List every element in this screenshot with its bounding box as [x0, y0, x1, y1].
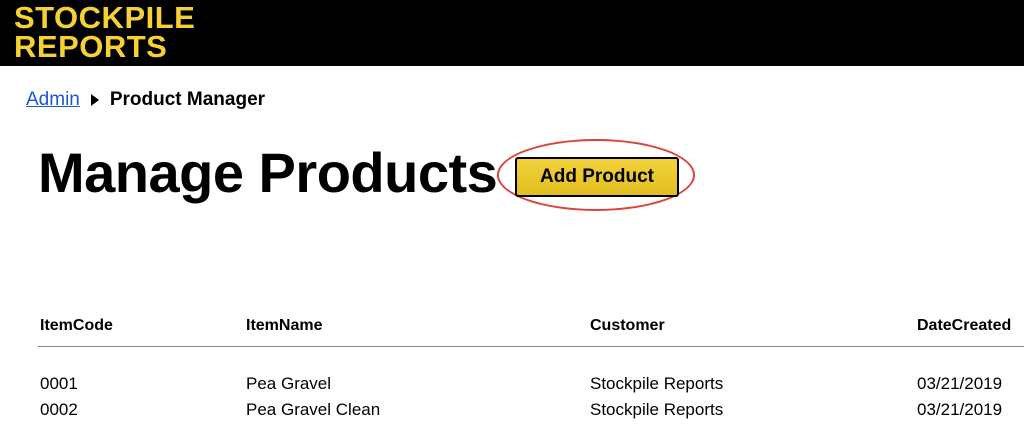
column-header-datecreated[interactable]: DateCreated	[917, 317, 1011, 335]
table-row[interactable]: 0001 Pea Gravel Stockpile Reports 03/21/…	[38, 374, 1024, 400]
logo-line-1: STOCKPILE	[14, 0, 196, 35]
logo[interactable]: STOCKPILE REPORTS	[14, 0, 196, 64]
column-header-customer[interactable]: Customer	[590, 317, 665, 335]
breadcrumb: Admin Product Manager	[26, 89, 265, 111]
cell-itemname: Pea Gravel Clean	[246, 400, 381, 419]
cell-itemcode: 0002	[40, 400, 78, 419]
column-header-itemname[interactable]: ItemName	[246, 317, 322, 335]
table-row[interactable]: 0002 Pea Gravel Clean Stockpile Reports …	[38, 400, 1024, 426]
breadcrumb-current: Product Manager	[109, 89, 266, 110]
column-header-itemcode[interactable]: ItemCode	[40, 317, 113, 335]
cell-customer: Stockpile Reports	[590, 400, 724, 419]
top-header: STOCKPILE REPORTS	[0, 0, 1024, 66]
breadcrumb-arrow-icon	[90, 94, 99, 106]
add-product-button[interactable]: Add Product	[515, 157, 679, 197]
table-header-row: ItemCode ItemName Customer DateCreated	[38, 312, 1024, 347]
cell-datecreated: 03/21/2019	[917, 374, 1003, 393]
cell-customer: Stockpile Reports	[590, 374, 724, 393]
cell-itemcode: 0001	[40, 374, 78, 393]
breadcrumb-admin-link[interactable]: Admin	[26, 89, 80, 111]
page-title: Manage Products	[38, 141, 498, 204]
logo-line-2: REPORTS	[14, 29, 168, 64]
products-table: ItemCode ItemName Customer DateCreated 0…	[38, 312, 1024, 426]
cell-datecreated: 03/21/2019	[917, 400, 1003, 419]
cell-itemname: Pea Gravel	[246, 374, 332, 393]
